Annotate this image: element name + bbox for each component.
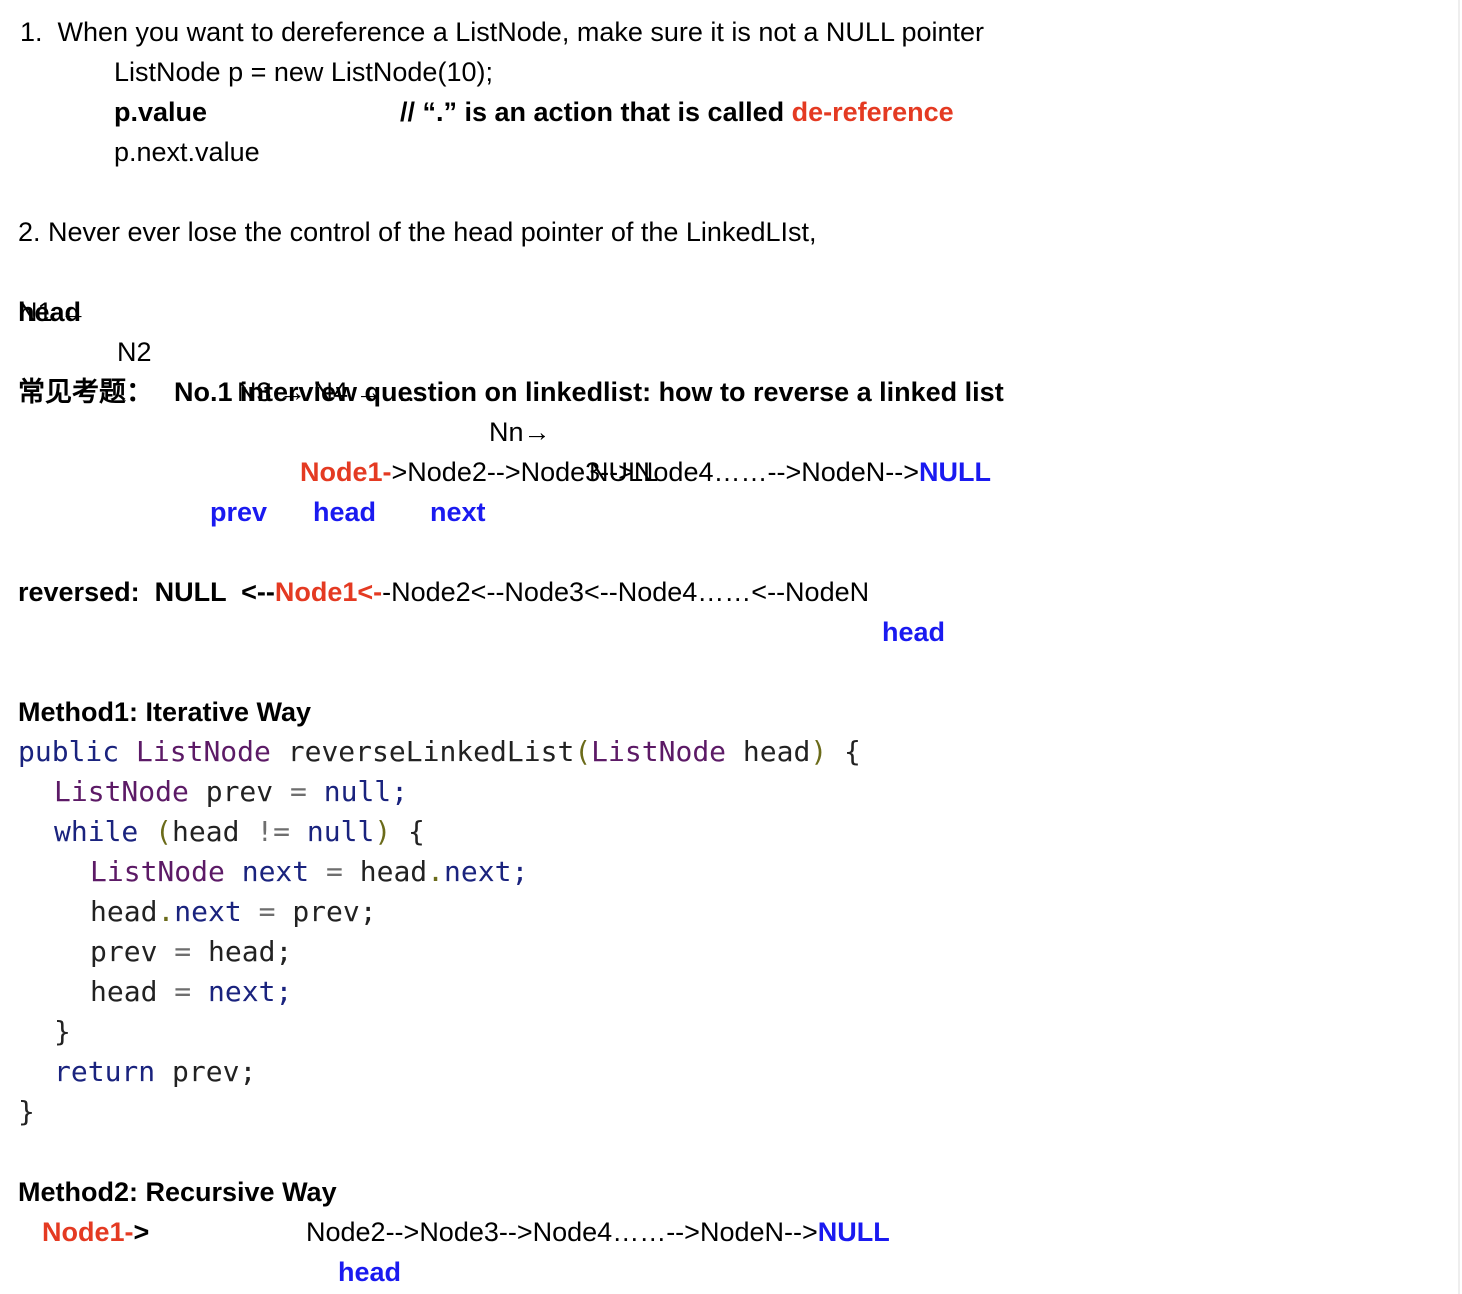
recursive-rest-chain: Node2-->Node3-->Node4……-->NodeN--> <box>306 1217 818 1247</box>
code-next-assign: ListNode next = head.next; <box>90 852 528 892</box>
dot: . <box>427 855 445 888</box>
code-line-p-value: p.value <box>114 97 208 127</box>
head-label: head <box>18 297 82 327</box>
recursive-head-label: head <box>338 1257 402 1287</box>
paren: ( <box>155 815 173 848</box>
original-list: Node1->Node2-->Node3-->Node4……-->NodeN--… <box>300 452 991 492</box>
page-edge <box>1458 0 1460 1294</box>
brace: { <box>844 735 861 768</box>
type-listnode: ListNode <box>54 775 189 808</box>
question-prefix: 常见考题： <box>18 377 153 407</box>
semicolon: ; <box>275 975 293 1008</box>
code-while: while (head != null) { <box>54 812 425 852</box>
op-assign: = <box>290 775 307 808</box>
brace: } <box>18 1095 35 1128</box>
semicolon: ; <box>391 775 409 808</box>
kw-null: null <box>306 815 375 848</box>
method1-title: Method1: Iterative Way <box>18 697 312 727</box>
var-prev: prev <box>205 775 274 808</box>
var-prev: prev <box>292 895 360 928</box>
code-line-p-next-value: p.next.value <box>114 137 260 167</box>
semicolon: ; <box>275 935 293 968</box>
code-head-next: head = next; <box>90 972 292 1012</box>
field-next: next <box>174 895 242 928</box>
point-2-text: 2. Never ever lose the control of the he… <box>18 217 817 247</box>
pointer-next-label: next <box>430 497 486 527</box>
point-1-text: 1. When you want to dereference a ListNo… <box>20 17 985 47</box>
var-head: head <box>208 935 276 968</box>
reversed-rest: -Node2<--Node3<--Node4……<--NodeN <box>382 577 870 607</box>
pointer-prev-label: prev <box>210 497 268 527</box>
op-assign: = <box>174 935 192 968</box>
kw-null: null <box>323 775 392 808</box>
var-head: head <box>90 975 158 1008</box>
original-rest: >Node2-->Node3-->Node4……-->NodeN--> <box>391 457 920 487</box>
paren: ) <box>810 735 828 768</box>
paren: ) <box>374 815 392 848</box>
var-next: next <box>208 975 276 1008</box>
op-not-equal: != <box>256 815 291 848</box>
brace: { <box>408 815 425 848</box>
code-head-next-prev: head.next = prev; <box>90 892 377 932</box>
var-head: head <box>359 855 428 888</box>
reversed-head-label: head <box>882 617 946 647</box>
code-return: return prev; <box>54 1052 256 1092</box>
kw-public: public <box>18 735 120 768</box>
reversed-label: reversed: NULL <-- <box>18 577 275 607</box>
method2-title: Method2: Recursive Way <box>18 1177 337 1207</box>
question-text: No.1 interview question on linkedlist: h… <box>174 377 1004 407</box>
paren: ( <box>574 735 592 768</box>
recursive-node1-label: Node1- <box>42 1217 134 1247</box>
op-assign: = <box>326 855 343 888</box>
var-head: head <box>172 815 240 848</box>
type-listnode: ListNode <box>90 855 225 888</box>
recursive-node1: Node1-> <box>42 1212 149 1252</box>
node-chain-line: N1 ← N2 N3 → N4 → … Nn→ NULL <box>18 252 718 487</box>
code-prev-head: prev = head; <box>90 932 292 972</box>
dot: . <box>157 895 175 928</box>
semicolon: ; <box>239 1055 257 1088</box>
original-null: NULL <box>919 457 992 487</box>
comment-text: // “.” is an action that is called <box>400 97 792 127</box>
reversed-list: reversed: NULL <--Node1<--Node2<--Node3<… <box>18 572 869 612</box>
semicolon: ; <box>511 855 529 888</box>
node-n2: N2 <box>117 337 152 367</box>
var-head: head <box>90 895 158 928</box>
semicolon: ; <box>359 895 377 928</box>
code-signature: public ListNode reverseLinkedList(ListNo… <box>18 732 861 772</box>
original-node1: Node1- <box>300 457 392 487</box>
code-prev-init: ListNode prev = null; <box>54 772 408 812</box>
brace: } <box>54 1015 71 1048</box>
node-nn: Nn→ <box>489 417 551 447</box>
dereference-comment: // “.” is an action that is called de-re… <box>400 92 954 132</box>
code-method-close: } <box>18 1092 35 1132</box>
recursive-null: NULL <box>817 1217 890 1247</box>
type-listnode: ListNode <box>136 735 271 768</box>
var-prev: prev <box>90 935 158 968</box>
kw-while: while <box>54 815 139 848</box>
kw-return: return <box>54 1055 156 1088</box>
recursive-rest: Node2-->Node3-->Node4……-->NodeN-->NULL <box>306 1212 890 1252</box>
recursive-node1-arrow: > <box>133 1217 150 1247</box>
field-next: next <box>444 855 512 888</box>
var-head: head <box>742 735 811 768</box>
reversed-node1: Node1<- <box>274 577 383 607</box>
op-assign: = <box>258 895 276 928</box>
type-listnode: ListNode <box>591 735 727 768</box>
op-assign: = <box>174 975 192 1008</box>
var-prev: prev <box>172 1055 240 1088</box>
var-next: next <box>241 855 310 888</box>
pointer-head-label: head <box>313 497 377 527</box>
code-line-new-listnode: ListNode p = new ListNode(10); <box>114 57 493 87</box>
dereference-term: de-reference <box>791 97 954 127</box>
code-while-close: } <box>54 1012 71 1052</box>
function-name: reverseLinkedList <box>287 735 575 768</box>
